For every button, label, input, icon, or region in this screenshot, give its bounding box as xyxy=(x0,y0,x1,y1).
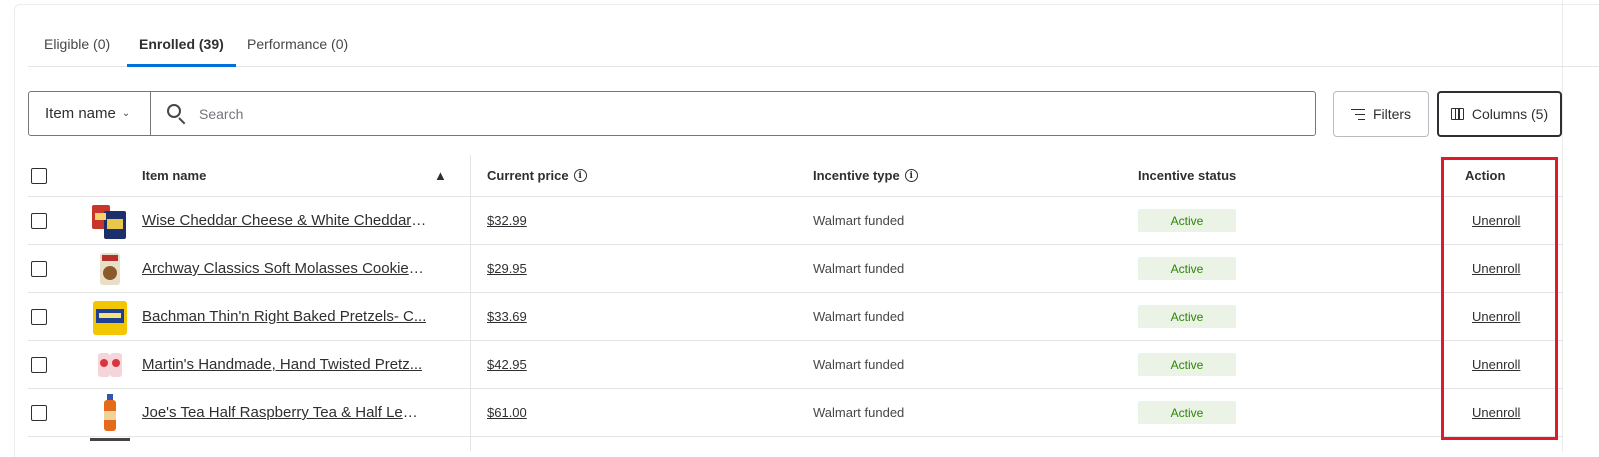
item-name-link[interactable]: Archway Classics Soft Molasses Cookies,.… xyxy=(142,260,427,277)
chips-bag-image xyxy=(92,204,126,239)
table-row: Bachman Thin'n Right Baked Pretzels- C..… xyxy=(28,293,1563,341)
search-scope-dropdown[interactable]: Item name ⌄ xyxy=(29,92,151,135)
row-checkbox-cell xyxy=(31,293,47,340)
unenroll-link[interactable]: Unenroll xyxy=(1472,357,1520,372)
product-thumbnail xyxy=(90,245,130,292)
cookie-pack-image xyxy=(100,252,120,285)
incentive-type-text: Walmart funded xyxy=(813,213,905,228)
status-badge: Active xyxy=(1138,305,1236,328)
table-row-partial xyxy=(28,437,1563,451)
item-name-link[interactable]: Bachman Thin'n Right Baked Pretzels- C..… xyxy=(142,308,426,325)
status-badge: Active xyxy=(1138,257,1236,280)
incentive-type-text: Walmart funded xyxy=(813,309,905,324)
tab-performance[interactable]: Performance (0) xyxy=(235,24,360,65)
table-row: Martin's Handmade, Hand Twisted Pretz...… xyxy=(28,341,1563,389)
price-link[interactable]: $32.99 xyxy=(487,213,527,228)
filters-button-label: Filters xyxy=(1372,106,1412,122)
table-header: Item name ▲︎ Current price i Incentive t… xyxy=(28,155,1563,197)
table-row: Archway Classics Soft Molasses Cookies,.… xyxy=(28,245,1563,293)
unenroll-link[interactable]: Unenroll xyxy=(1472,261,1520,276)
row-checkbox[interactable] xyxy=(31,404,47,421)
row-checkbox-cell xyxy=(31,197,47,244)
table-row: Wise Cheddar Cheese & White Cheddar ... … xyxy=(28,197,1563,245)
header-action-label: Action xyxy=(1465,168,1506,183)
header-current-price-label: Current price xyxy=(487,168,569,183)
price-link[interactable]: $29.95 xyxy=(487,261,527,276)
product-thumbnail xyxy=(90,437,130,451)
search-bar: Item name ⌄ xyxy=(28,91,1316,136)
status-badge: Active xyxy=(1138,209,1236,232)
tab-bar: Eligible (0) Enrolled (39) Performance (… xyxy=(28,24,1599,67)
row-checkbox[interactable] xyxy=(31,356,47,373)
search-scope-label: Item name xyxy=(45,105,116,122)
incentive-type-text: Walmart funded xyxy=(813,357,905,372)
header-current-price: Current price i xyxy=(487,155,587,196)
item-name-link[interactable]: Martin's Handmade, Hand Twisted Pretz... xyxy=(142,356,422,373)
items-table: Item name ▲︎ Current price i Incentive t… xyxy=(28,155,1599,451)
column-divider xyxy=(470,197,471,244)
table-row: Joe's Tea Half Raspberry Tea & Half Lem.… xyxy=(28,389,1563,437)
column-divider xyxy=(470,293,471,340)
info-icon[interactable]: i xyxy=(904,169,918,182)
pretzel-bag-image xyxy=(93,300,127,335)
search-input[interactable] xyxy=(197,97,1315,130)
incentive-type-text: Walmart funded xyxy=(813,405,905,420)
item-name-link[interactable]: Wise Cheddar Cheese & White Cheddar ... xyxy=(142,212,427,229)
filter-icon xyxy=(1350,108,1365,120)
row-checkbox[interactable] xyxy=(31,212,47,229)
product-thumbnail xyxy=(90,293,130,340)
product-thumbnail xyxy=(90,389,130,436)
tab-eligible[interactable]: Eligible (0) xyxy=(32,24,122,65)
unenroll-link[interactable]: Unenroll xyxy=(1472,309,1520,324)
unenroll-link[interactable]: Unenroll xyxy=(1472,213,1520,228)
header-incentive-type-label: Incentive type xyxy=(813,168,900,183)
row-checkbox-cell xyxy=(31,389,47,436)
select-all-checkbox[interactable] xyxy=(31,167,47,184)
header-incentive-status: Incentive status xyxy=(1138,168,1237,183)
tab-enrolled[interactable]: Enrolled (39) xyxy=(127,24,236,67)
column-divider xyxy=(470,341,471,388)
columns-icon xyxy=(1450,108,1464,120)
select-all-cell xyxy=(31,155,47,196)
item-name-link[interactable]: Joe's Tea Half Raspberry Tea & Half Lem.… xyxy=(142,404,427,421)
filters-button[interactable]: Filters xyxy=(1333,91,1429,137)
status-badge: Active xyxy=(1138,353,1236,376)
sort-icon[interactable]: ▲︎ xyxy=(434,155,447,196)
columns-button-label: Columns (5) xyxy=(1471,106,1549,122)
columns-button[interactable]: Columns (5) xyxy=(1437,91,1562,137)
incentive-type-text: Walmart funded xyxy=(813,261,905,276)
row-checkbox-cell xyxy=(31,245,47,292)
product-thumbnail xyxy=(90,197,130,244)
status-badge: Active xyxy=(1138,401,1236,424)
row-checkbox[interactable] xyxy=(31,308,47,325)
product-thumbnail xyxy=(90,341,130,388)
price-link[interactable]: $33.69 xyxy=(487,309,527,324)
unenroll-link[interactable]: Unenroll xyxy=(1472,405,1520,420)
column-divider xyxy=(470,155,471,196)
row-checkbox-cell xyxy=(31,341,47,388)
header-incentive-type: Incentive type i xyxy=(813,155,918,196)
pretzel-pack-image xyxy=(98,352,122,377)
search-icon xyxy=(167,103,187,124)
column-divider xyxy=(470,245,471,292)
tea-bottle-image xyxy=(104,393,116,431)
info-icon[interactable]: i xyxy=(573,169,587,182)
row-checkbox[interactable] xyxy=(31,260,47,277)
price-link[interactable]: $42.95 xyxy=(487,357,527,372)
chevron-down-icon: ⌄ xyxy=(121,108,131,119)
column-divider xyxy=(470,389,471,436)
product-image xyxy=(90,438,130,441)
header-item-name: Item name xyxy=(142,168,207,183)
column-divider xyxy=(470,437,471,451)
price-link[interactable]: $61.00 xyxy=(487,405,527,420)
